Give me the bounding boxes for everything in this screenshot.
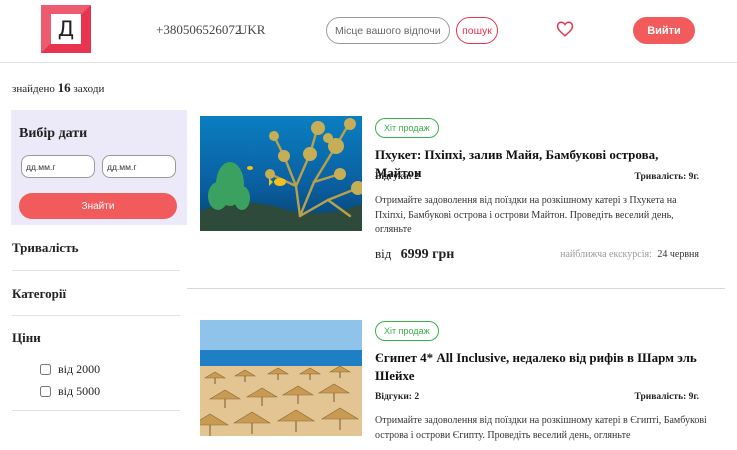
divider	[12, 410, 180, 411]
results-suffix: заходи	[73, 83, 105, 95]
search-button[interactable]: пошук	[456, 17, 498, 44]
nearest-label: найближча екскурсія:	[560, 249, 652, 260]
date-filter-panel: Вибір дати Знайти	[11, 110, 187, 225]
filter-prices[interactable]: Ціни	[12, 330, 180, 346]
tour-reviews[interactable]: Відгуки: 2	[375, 392, 419, 402]
results-number: 16	[57, 80, 71, 95]
date-filter-title: Вибір дати	[19, 126, 88, 141]
tour-duration: Тривалість: 9г.	[634, 392, 699, 402]
date-from-input[interactable]	[21, 155, 95, 178]
search-input[interactable]	[326, 17, 450, 44]
price-prefix: від	[375, 246, 392, 261]
tour-duration: Тривалість: 9г.	[634, 172, 699, 182]
filter-duration[interactable]: Тривалість	[12, 240, 180, 256]
logo[interactable]: Д	[41, 5, 91, 53]
header: Д +380506526072 UKR пошук Вийти	[0, 0, 737, 63]
nearest-tour: найближча екскурсія: 24 червня	[560, 249, 699, 260]
price-checkbox[interactable]	[40, 386, 51, 397]
divider	[187, 288, 725, 289]
tour-image-beach[interactable]	[200, 320, 362, 436]
beach-umbrellas-photo	[200, 320, 362, 436]
results-count: знайдено 16 заходи	[12, 80, 104, 96]
nearest-date: 24 червня	[657, 249, 699, 260]
price-option-2000[interactable]: від 2000	[40, 362, 100, 377]
divider	[12, 270, 180, 271]
price-checkbox[interactable]	[40, 364, 51, 375]
underwater-reef-photo	[200, 116, 362, 231]
tour-title[interactable]: Єгипет 4* All Inclusive, недалеко від ри…	[375, 349, 705, 385]
logout-button[interactable]: Вийти	[633, 17, 695, 44]
price-amount: 6999 грн	[400, 247, 455, 262]
price-option-label: від 5000	[58, 384, 101, 398]
date-to-input[interactable]	[102, 155, 176, 178]
results-prefix: знайдено	[12, 83, 55, 95]
find-button[interactable]: Знайти	[19, 193, 177, 219]
phone-number[interactable]: +380506526072	[156, 22, 241, 38]
tour-description: Отримайте задоволення від поїздки на роз…	[375, 415, 707, 441]
tour-price: від 6999 грн	[375, 246, 454, 263]
filter-categories[interactable]: Категорії	[12, 286, 180, 302]
country-selector[interactable]: UKR	[238, 22, 265, 38]
divider	[12, 315, 180, 316]
price-option-label: від 2000	[58, 362, 101, 376]
tour-description: Отримайте задоволення від поїздки на роз…	[375, 195, 677, 235]
logo-letter: Д	[51, 14, 81, 44]
bestseller-badge: Хіт продаж	[375, 118, 439, 138]
tour-reviews[interactable]: Відгуки: 2	[375, 172, 419, 182]
heart-icon[interactable]	[556, 20, 574, 38]
bestseller-badge: Хіт продаж	[375, 321, 439, 341]
tour-image-underwater[interactable]	[200, 116, 362, 231]
price-option-5000[interactable]: від 5000	[40, 384, 100, 399]
